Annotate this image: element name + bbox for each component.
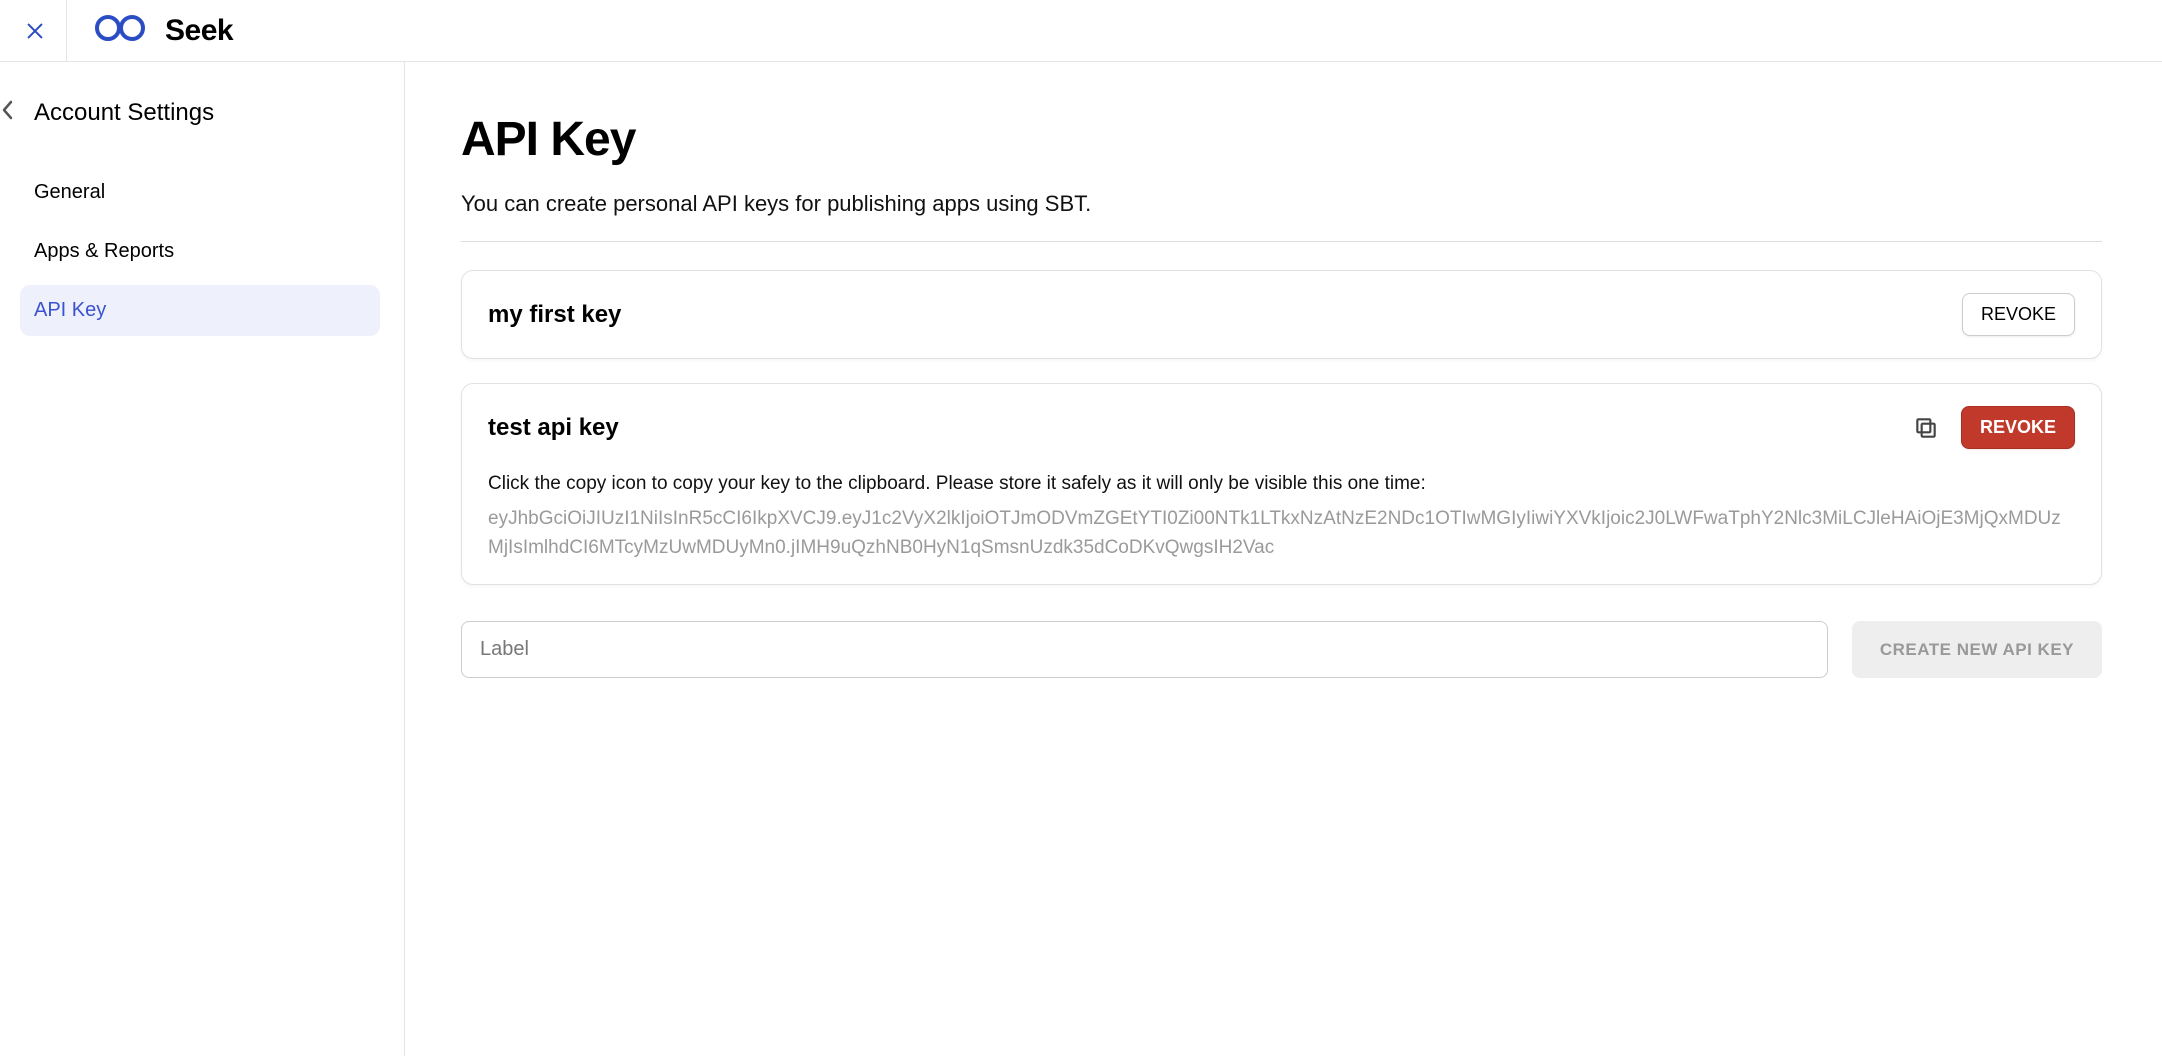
api-key-card: test api key REVOKE Click the copy icon …: [461, 383, 2102, 585]
chevron-left-icon: [0, 98, 16, 122]
sidebar-item-label: Apps & Reports: [34, 240, 174, 262]
main-content: API Key You can create personal API keys…: [405, 62, 2162, 1056]
sidebar: Account Settings General Apps & Reports …: [0, 62, 405, 1056]
sidebar-item-apps-reports[interactable]: Apps & Reports: [20, 226, 380, 277]
copy-icon: [1913, 415, 1939, 441]
api-key-name: my first key: [488, 301, 621, 329]
close-button[interactable]: [10, 0, 60, 61]
brand-name: Seek: [165, 14, 233, 48]
key-instruction: Click the copy icon to copy your key to …: [488, 473, 2075, 495]
sidebar-item-general[interactable]: General: [20, 167, 380, 218]
sidebar-nav: General Apps & Reports API Key: [0, 167, 380, 336]
key-token: eyJhbGciOiJIUzI1NiIsInR5cCI6IkpXVCJ9.eyJ…: [488, 505, 2075, 562]
page-subtitle: You can create personal API keys for pub…: [461, 191, 2102, 242]
back-button[interactable]: [0, 98, 16, 127]
sidebar-item-label: API Key: [34, 299, 106, 321]
revoke-button[interactable]: REVOKE: [1961, 406, 2075, 449]
sidebar-title: Account Settings: [34, 99, 214, 127]
brand[interactable]: Seek: [91, 13, 233, 48]
api-key-card: my first key REVOKE: [461, 270, 2102, 359]
sidebar-item-label: General: [34, 181, 105, 203]
sidebar-item-api-key[interactable]: API Key: [20, 285, 380, 336]
page-title: API Key: [461, 112, 2102, 167]
api-key-name: test api key: [488, 414, 619, 442]
label-input[interactable]: [461, 621, 1828, 678]
create-key-row: CREATE NEW API KEY: [461, 621, 2102, 678]
revoke-button[interactable]: REVOKE: [1962, 293, 2075, 336]
create-key-button[interactable]: CREATE NEW API KEY: [1852, 621, 2102, 678]
copy-button[interactable]: [1913, 415, 1939, 441]
close-icon: [24, 20, 46, 42]
topbar: Seek: [0, 0, 2162, 62]
infinity-logo-icon: [91, 13, 153, 48]
topbar-divider: [66, 0, 67, 61]
